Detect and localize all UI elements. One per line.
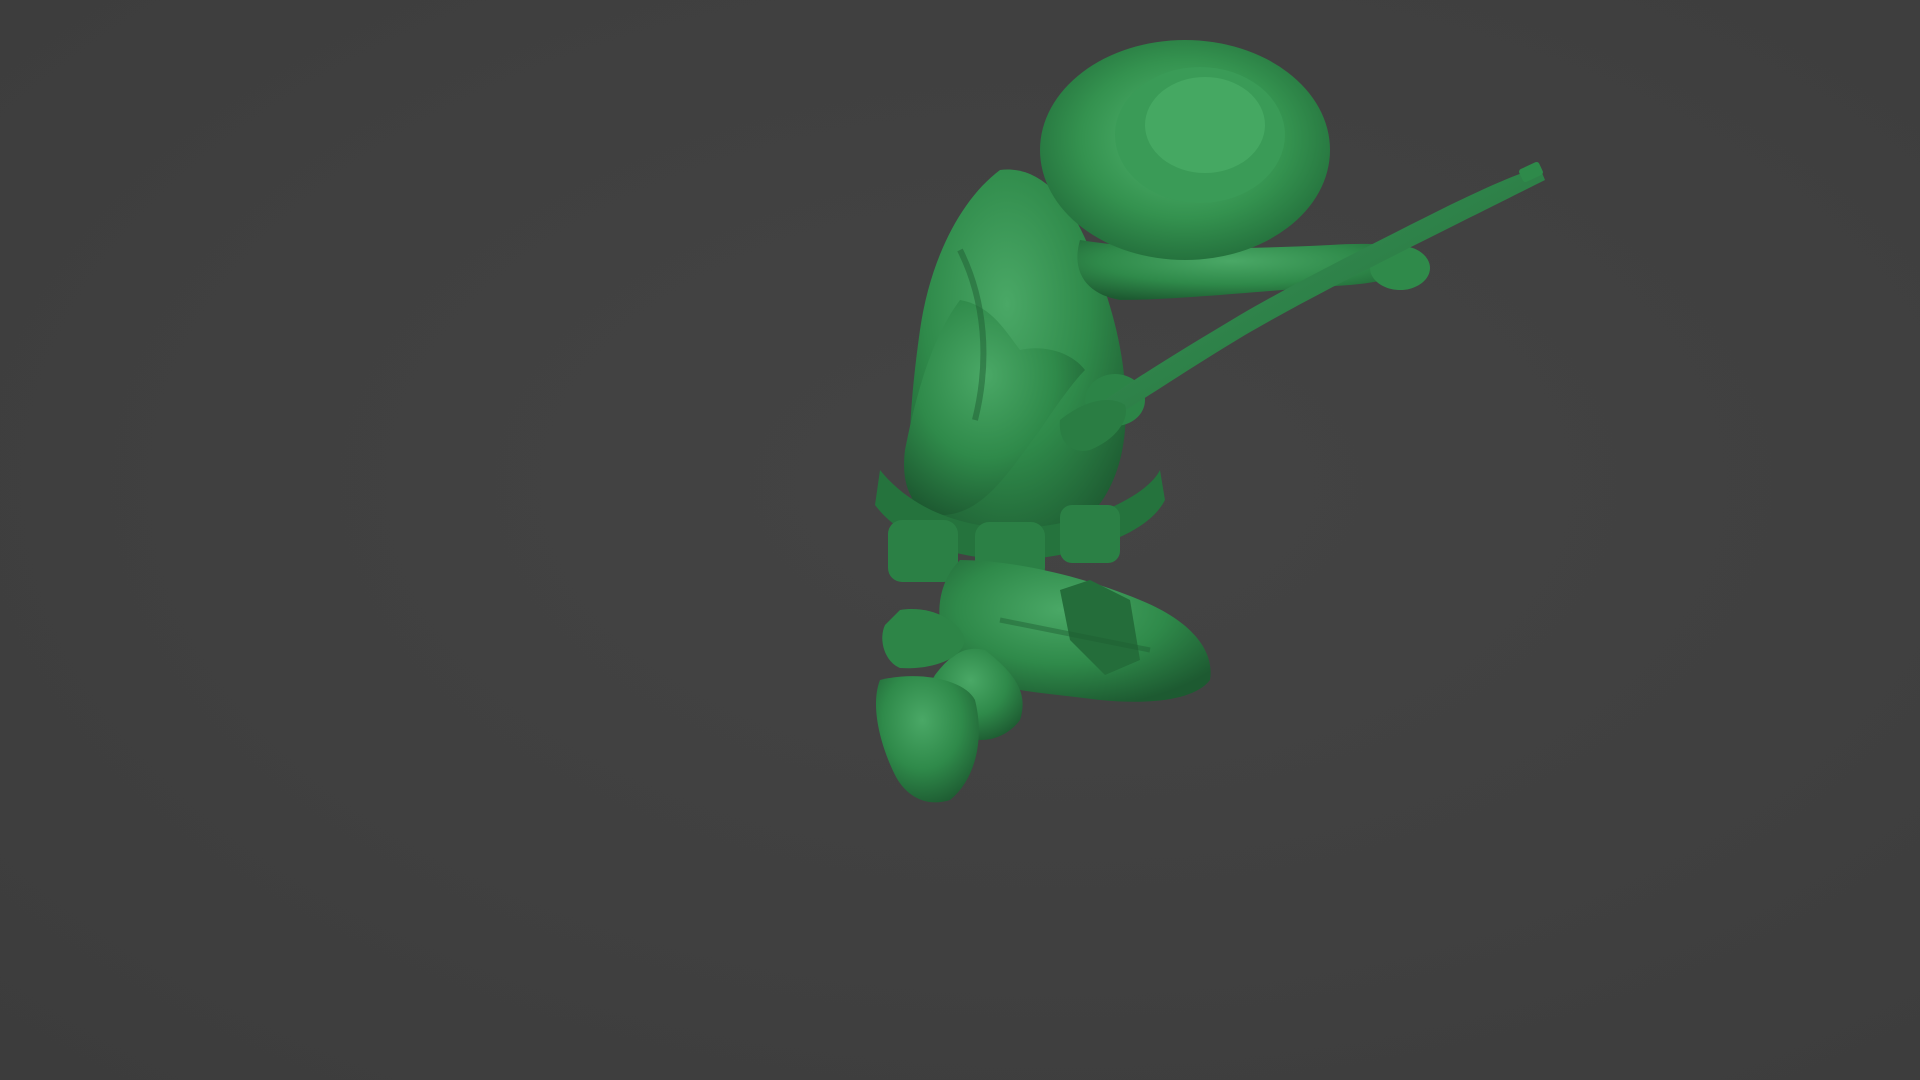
ammo-pouch-3 <box>1060 505 1120 563</box>
soldier-hat-top <box>1145 77 1265 173</box>
render-viewport <box>0 0 1920 1080</box>
soldier-figure-render <box>875 40 1545 803</box>
ammo-pouch-1 <box>888 520 958 582</box>
soldier-boot-lower <box>875 676 979 803</box>
